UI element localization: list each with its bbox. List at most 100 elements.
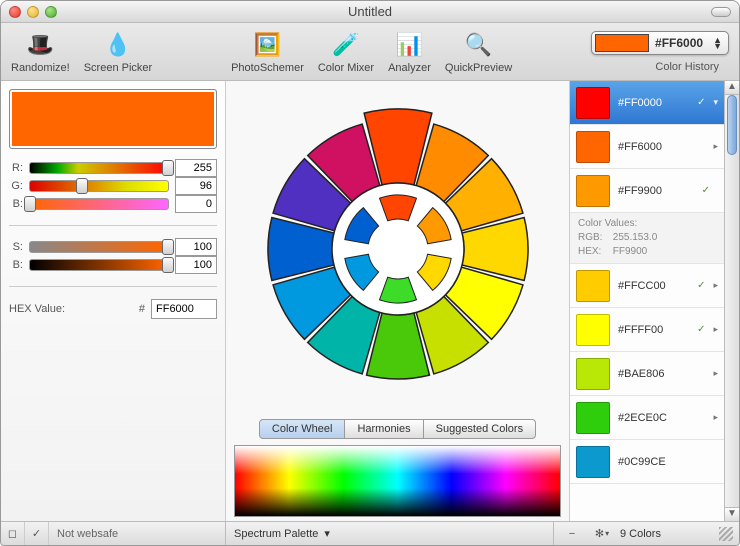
history-swatch [576,446,610,478]
saturation-label: S: [9,241,23,253]
toolbar-quickpreview[interactable]: 🔍QuickPreview [445,30,512,74]
check-icon: ✓ [697,280,705,291]
toolbar-analyzer[interactable]: 📊Analyzer [388,30,431,74]
history-item[interactable]: #FF6000 ▸ [570,125,724,169]
disclosure-icon[interactable]: ▸ [713,368,718,379]
titlebar: Untitled [1,1,739,23]
blue-slider[interactable] [29,198,169,210]
current-color-swatch [595,34,649,52]
history-hex: #FFFF00 [618,324,689,336]
toolbar-randomize[interactable]: 🎩Randomize! [11,30,70,74]
saturation-handle[interactable] [162,239,174,255]
disclosure-icon[interactable]: ▸ [713,280,718,291]
color-history-list: #FF0000 ✓ ▾ #FF6000 ▸ #FF9900 ✓ Color Va… [570,81,724,521]
screenpicker-icon: 💧 [101,30,135,60]
history-detail: Color Values: RGB: 255.153.0 HEX: FF9900 [570,213,724,264]
blue-handle[interactable] [24,196,36,212]
tab-suggested[interactable]: Suggested Colors [424,419,536,439]
brightness-label: B: [9,259,23,271]
scroll-thumb[interactable] [727,95,737,155]
toolbar: 🎩Randomize! 💧Screen Picker 🖼️PhotoSchemer… [1,23,739,81]
resize-grip[interactable] [719,527,733,541]
brightness-slider[interactable] [29,259,169,271]
gear-button[interactable]: ✻▾ [590,522,614,545]
green-slider[interactable] [29,180,169,192]
remove-color-button[interactable]: − [560,522,584,545]
red-value[interactable] [175,159,217,177]
scroll-down-icon[interactable]: ▼ [725,507,739,521]
status-check-button[interactable]: ✓ [25,522,49,545]
color-wheel[interactable] [248,99,548,399]
brightness-handle[interactable] [162,257,174,273]
history-hex: #FF9900 [618,185,694,197]
photoschemer-icon: 🖼️ [250,30,284,60]
history-item[interactable]: #FFCC00 ✓ ▸ [570,264,724,308]
center-panel: Color Wheel Harmonies Suggested Colors [226,81,569,521]
left-panel: R: G: B: S: B: HEX Valu [1,81,226,521]
hex-hash: # [139,303,145,315]
gear-icon: ✻ [595,527,604,540]
disclosure-icon[interactable]: ▾ [713,97,718,108]
window-title: Untitled [1,4,739,19]
history-item[interactable]: #FF9900 ✓ [570,169,724,213]
tab-harmonies[interactable]: Harmonies [345,419,423,439]
disclosure-icon[interactable]: ▸ [713,412,718,423]
red-handle[interactable] [162,160,174,176]
history-hex: #FF6000 [618,141,697,153]
red-slider[interactable] [29,162,169,174]
toolbar-colormixer[interactable]: 🧪Color Mixer [318,30,374,74]
hex-label: HEX Value: [9,303,65,315]
green-value[interactable] [175,177,217,195]
main-color-swatch[interactable] [9,89,217,149]
history-swatch [576,131,610,163]
toolbar-photoschemer[interactable]: 🖼️PhotoSchemer [231,30,304,74]
quickpreview-icon: 🔍 [462,30,496,60]
history-swatch [576,270,610,302]
scrollbar[interactable]: ▲ ▼ [724,81,739,521]
check-icon: ✓ [702,185,710,196]
history-item[interactable]: #BAE806 ▸ [570,352,724,396]
toolbar-screenpicker[interactable]: 💧Screen Picker [84,30,152,74]
disclosure-icon[interactable]: ▸ [713,324,718,335]
history-hex: #FFCC00 [618,280,689,292]
spectrum-palette[interactable] [234,445,561,517]
websafe-status: Not websafe [49,528,126,540]
status-square-button[interactable]: ◻ [1,522,25,545]
history-item[interactable]: #FF0000 ✓ ▾ [570,81,724,125]
disclosure-icon[interactable]: ▸ [713,141,718,152]
history-swatch [576,175,610,207]
green-handle[interactable] [76,178,88,194]
toolbar-toggle-button[interactable] [711,7,731,17]
red-label: R: [9,162,23,174]
history-swatch [576,358,610,390]
blue-label: B: [9,198,23,210]
palette-mode-label: Spectrum Palette [234,528,318,540]
analyzer-icon: 📊 [392,30,426,60]
color-history-label: Color History [655,61,719,73]
history-swatch [576,402,610,434]
green-label: G: [9,180,23,192]
hex-input[interactable] [151,299,217,319]
history-hex: #FF0000 [618,97,689,109]
color-count: 9 Colors [620,528,661,540]
view-tabs: Color Wheel Harmonies Suggested Colors [226,417,569,443]
chevron-down-icon[interactable]: ▾ [324,527,330,540]
brightness-value[interactable] [175,256,217,274]
history-item[interactable]: #0C99CE [570,440,724,484]
history-swatch [576,87,610,119]
app-window: Untitled 🎩Randomize! 💧Screen Picker 🖼️Pho… [0,0,740,546]
blue-value[interactable] [175,195,217,213]
scroll-up-icon[interactable]: ▲ [725,81,739,95]
check-icon: ✓ [697,324,705,335]
history-item[interactable]: #2ECE0C ▸ [570,396,724,440]
current-color-popup[interactable]: #FF6000 ▲ ▼ [591,31,729,55]
saturation-slider[interactable] [29,241,169,253]
colormixer-icon: 🧪 [329,30,363,60]
history-hex: #BAE806 [618,368,697,380]
check-icon: ✓ [697,97,705,108]
history-item[interactable]: #FFFF00 ✓ ▸ [570,308,724,352]
history-hex: #2ECE0C [618,412,697,424]
tab-color-wheel[interactable]: Color Wheel [259,419,346,439]
saturation-value[interactable] [175,238,217,256]
randomize-icon: 🎩 [23,30,57,60]
